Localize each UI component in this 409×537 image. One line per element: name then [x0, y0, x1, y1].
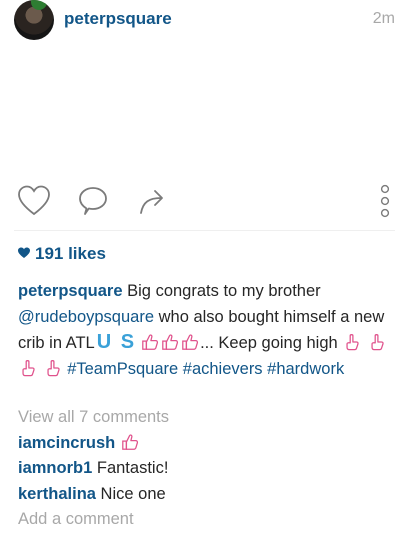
thumbs-up-emoji: [162, 334, 179, 350]
action-bar: [0, 180, 409, 226]
caption-text: ... Keep going high: [200, 334, 338, 352]
avatar-badge: [31, 0, 47, 10]
comment-text: Nice one: [100, 484, 166, 503]
comment-item: iamnorb1 Fantastic!: [18, 456, 392, 482]
comment-item: kerthalina Nice one: [18, 482, 392, 508]
pointing-up-emoji: [47, 359, 60, 376]
pointing-up-emoji: [346, 334, 359, 351]
pointing-up-emoji: [371, 334, 384, 351]
comment-icon[interactable]: [76, 185, 110, 219]
us-flag-emoji: U S: [96, 331, 137, 353]
view-all-comments-link[interactable]: View all 7 comments: [18, 405, 392, 431]
caption-username[interactable]: peterpsquare: [18, 282, 123, 300]
caption-text: Big congrats to my brother: [127, 282, 321, 300]
thumbs-up-emoji: [182, 334, 199, 350]
post-caption: peterpsquare Big congrats to my brother …: [18, 279, 392, 382]
caption-mention[interactable]: @rudeboypsquare: [18, 308, 154, 326]
small-heart-icon: [18, 247, 30, 258]
likes-count[interactable]: 191 likes: [18, 244, 106, 264]
comment-text: Fantastic!: [96, 459, 169, 477]
divider: [14, 230, 395, 231]
add-comment-input[interactable]: Add a comment: [18, 507, 392, 533]
post-timestamp: 2m: [372, 10, 395, 27]
post-username[interactable]: peterpsquare: [64, 9, 172, 29]
avatar[interactable]: [14, 0, 54, 40]
comment-username[interactable]: iamcincrush: [18, 434, 115, 452]
hashtag[interactable]: #achievers: [183, 360, 263, 378]
vertical-dots-icon[interactable]: [378, 184, 392, 220]
pointing-up-emoji: [22, 359, 35, 376]
hashtag[interactable]: #TeamPsquare: [67, 360, 178, 378]
thumbs-up-emoji: [142, 334, 159, 350]
post-header: peterpsquare 2m: [0, 0, 409, 40]
heart-icon[interactable]: [16, 184, 52, 218]
share-arrow-icon[interactable]: [137, 185, 169, 217]
thumbs-up-emoji: [121, 433, 138, 450]
comments-section: View all 7 comments iamcincrush iamnorb1…: [18, 405, 392, 533]
likes-text: 191 likes: [35, 244, 106, 263]
comment-item: iamcincrush: [18, 431, 392, 457]
comment-username[interactable]: iamnorb1: [18, 459, 92, 477]
comment-username[interactable]: kerthalina: [18, 485, 96, 503]
hashtag[interactable]: #hardwork: [267, 360, 344, 378]
